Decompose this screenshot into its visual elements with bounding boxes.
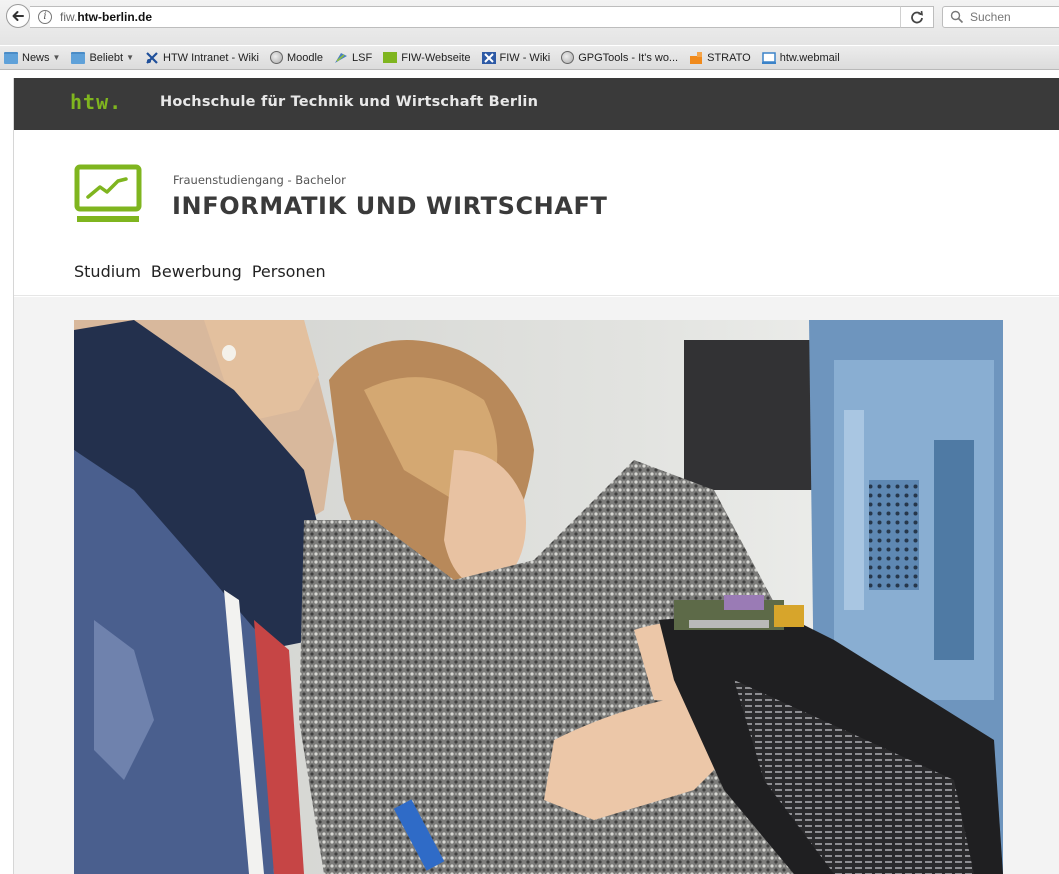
main-content <box>14 297 1059 874</box>
reload-icon <box>911 10 923 24</box>
nav-personen[interactable]: Personen <box>252 262 326 281</box>
search-bar[interactable]: Suchen <box>942 6 1059 28</box>
search-icon <box>950 10 964 24</box>
folder-icon <box>71 51 86 64</box>
htw-icon <box>383 52 398 63</box>
program-subtitle: Frauenstudiengang - Bachelor <box>173 173 346 187</box>
globe-icon <box>561 51 575 64</box>
hero-image <box>74 320 1003 874</box>
chart-logo-icon[interactable] <box>74 164 142 226</box>
nav-bewerbung[interactable]: Bewerbung <box>151 262 242 281</box>
bookmarks-bar: News ▼ Beliebt ▼ HTW Intranet - Wiki Moo… <box>0 46 1059 70</box>
students-circuit-board-illustration <box>74 320 1003 874</box>
bookmark-gpgtools[interactable]: GPGTools - It's wo... <box>561 48 678 68</box>
window-left-edge <box>0 78 14 874</box>
wiki-icon <box>481 51 496 64</box>
url-bar[interactable]: i fiw.htw-berlin.de <box>30 6 930 28</box>
browser-toolbar: i fiw.htw-berlin.de Suchen <box>0 0 1059 45</box>
bookmark-fiw-webseite[interactable]: FIW-Webseite <box>383 48 471 68</box>
folder-icon <box>4 51 18 64</box>
bookmark-fiw-wiki[interactable]: FIW - Wiki <box>481 48 550 68</box>
bookmark-strato[interactable]: STRATO <box>689 48 751 68</box>
bookmark-beliebt[interactable]: Beliebt ▼ <box>71 48 134 68</box>
university-header: htw. Hochschule für Technik und Wirtscha… <box>14 78 1059 130</box>
nav-studium[interactable]: Studium <box>74 262 141 281</box>
program-title[interactable]: INFORMATIK UND WIRTSCHAFT <box>172 192 608 220</box>
bookmark-lsf[interactable]: LSF <box>334 48 372 68</box>
bookmark-htw-intranet-wiki[interactable]: HTW Intranet - Wiki <box>145 48 259 68</box>
back-arrow-icon <box>12 11 24 21</box>
globe-icon <box>269 51 283 64</box>
search-placeholder: Suchen <box>970 10 1011 24</box>
url-text[interactable]: fiw.htw-berlin.de <box>60 10 152 24</box>
lsf-icon <box>335 52 348 63</box>
bookmark-moodle[interactable]: Moodle <box>269 48 323 68</box>
htw-logo[interactable]: htw. <box>70 90 122 114</box>
site-info-icon[interactable]: i <box>38 10 52 24</box>
chevron-down-icon: ▼ <box>126 53 134 62</box>
strato-icon <box>690 51 703 64</box>
mail-icon <box>761 51 776 64</box>
program-header: Frauenstudiengang - Bachelor INFORMATIK … <box>14 130 1059 296</box>
main-navigation: Studium Bewerbung Personen <box>74 262 326 281</box>
reload-button[interactable] <box>900 6 934 28</box>
university-name[interactable]: Hochschule für Technik und Wirtschaft Be… <box>160 94 538 110</box>
chevron-down-icon: ▼ <box>52 53 61 62</box>
wiki-icon <box>146 51 158 64</box>
back-button[interactable] <box>6 4 30 28</box>
bookmark-htw-webmail[interactable]: htw.webmail <box>761 48 840 68</box>
bookmark-news[interactable]: News ▼ <box>4 48 60 68</box>
